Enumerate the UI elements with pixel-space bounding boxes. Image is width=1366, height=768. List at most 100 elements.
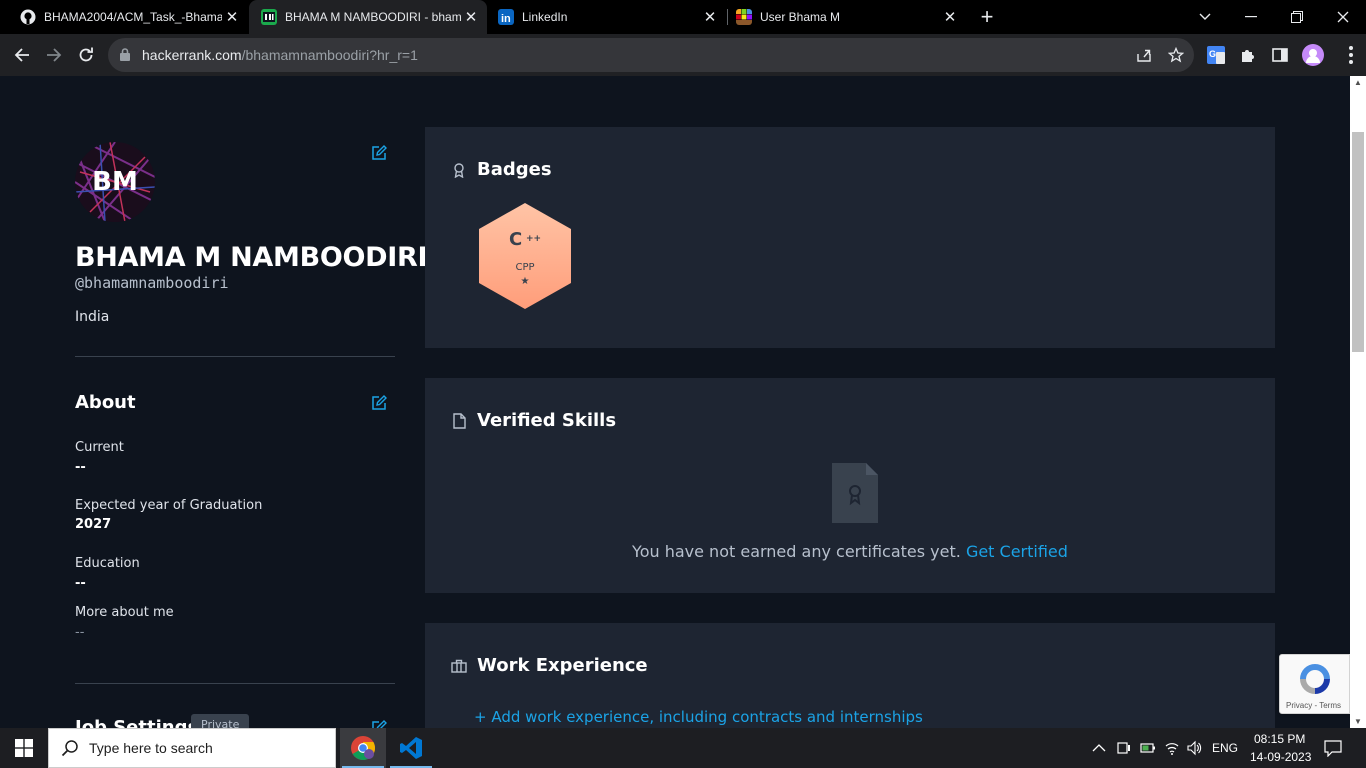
close-icon (1337, 11, 1349, 23)
svg-text:G: G (1209, 49, 1216, 59)
reload-icon (79, 47, 93, 62)
minimize-button[interactable] (1228, 0, 1274, 34)
recaptcha-badge[interactable]: Privacy - Terms (1279, 654, 1350, 714)
browser-menu-button[interactable] (1342, 46, 1360, 64)
scroll-up-arrow-icon[interactable]: ▲ (1354, 78, 1362, 87)
clock-time[interactable]: 08:15 PM (1254, 732, 1305, 746)
lock-icon[interactable] (120, 48, 130, 61)
about-field-value: -- (75, 625, 85, 640)
taskbar-search-box[interactable]: Type here to search (48, 728, 336, 768)
restore-icon (1291, 11, 1303, 23)
badge-stars: ★ (520, 276, 530, 287)
tab-search-button[interactable] (1182, 0, 1228, 34)
url-host: hackerrank.com (142, 47, 242, 63)
badge-label: CPP (515, 262, 535, 273)
taskbar-chrome[interactable] (340, 728, 386, 768)
close-window-button[interactable] (1320, 0, 1366, 34)
tab-title: BHAMA M NAMBOODIRI - bham (285, 10, 461, 24)
profile-avatar-icon[interactable] (1302, 44, 1324, 66)
battery-icon[interactable] (1140, 740, 1156, 756)
share-icon[interactable] (1136, 47, 1152, 63)
chevron-down-icon (1199, 13, 1211, 20)
reload-button[interactable] (73, 42, 99, 68)
close-tab-icon[interactable]: ✕ (700, 8, 720, 26)
codechef-icon (736, 9, 752, 25)
recaptcha-links: Privacy - Terms (1286, 701, 1341, 710)
no-certificates-text: You have not earned any certificates yet… (632, 542, 961, 561)
page-scrollbar[interactable]: ▲ ▼ (1350, 76, 1366, 728)
divider (75, 683, 395, 684)
language-indicator[interactable]: ENG (1212, 741, 1238, 755)
tab-title: LinkedIn (522, 10, 568, 24)
scroll-down-arrow-icon[interactable]: ▼ (1354, 717, 1362, 726)
new-tab-button[interactable]: + (976, 4, 998, 30)
work-experience-header: Work Experience (451, 655, 648, 676)
bookmark-star-icon[interactable] (1168, 47, 1184, 63)
badge-cpp[interactable]: C ++ CPP ★ (475, 201, 575, 311)
tray-device-icon[interactable] (1116, 740, 1132, 756)
briefcase-icon (451, 659, 467, 673)
verified-skills-title: Verified Skills (477, 410, 617, 431)
close-tab-icon[interactable]: ✕ (461, 8, 481, 26)
about-field-label: Current (75, 440, 124, 455)
extensions-puzzle-icon[interactable] (1239, 46, 1257, 64)
hexagon-badge-icon (479, 203, 571, 309)
browser-toolbar: hackerrank.com/bhamamnamboodiri?hr_r=1 G (0, 34, 1366, 76)
tab-linkedin[interactable]: in LinkedIn ✕ (488, 0, 726, 34)
wifi-icon[interactable] (1164, 740, 1180, 756)
tab-title: User Bhama M (760, 10, 841, 24)
edit-about-icon[interactable] (371, 395, 387, 411)
chevron-up-icon[interactable] (1091, 740, 1107, 756)
svg-text:in: in (501, 13, 511, 25)
badge-icon-text: C (509, 229, 523, 250)
recaptcha-terms-link[interactable]: Terms (1319, 701, 1341, 710)
recaptcha-icon (1300, 664, 1330, 694)
volume-icon[interactable] (1186, 740, 1202, 756)
chrome-icon (351, 736, 376, 761)
work-experience-card: Work Experience + Add work experience, i… (425, 623, 1275, 728)
get-certified-link[interactable]: Get Certified (966, 542, 1068, 561)
edit-job-settings-icon[interactable] (371, 720, 387, 728)
close-tab-icon[interactable]: ✕ (222, 8, 242, 26)
taskbar-vscode[interactable] (388, 728, 434, 768)
arrow-left-icon (14, 48, 29, 62)
divider (75, 356, 395, 357)
profile-handle: @bhamamnamboodiri (75, 274, 229, 292)
restore-button[interactable] (1274, 0, 1320, 34)
profile-country: India (75, 309, 110, 325)
avatar-initials: BM (92, 167, 138, 197)
forward-button[interactable] (41, 42, 67, 68)
kebab-dot (1349, 46, 1353, 50)
badges-header: Badges (451, 159, 552, 180)
start-button[interactable] (0, 728, 48, 768)
document-icon (453, 412, 466, 429)
side-panel-icon[interactable] (1271, 46, 1289, 64)
no-certificates-message: You have not earned any certificates yet… (425, 542, 1275, 561)
tab-github[interactable]: BHAMA2004/ACM_Task_-Bhama_ ✕ (0, 0, 248, 34)
tab-codechef[interactable]: User Bhama M ✕ (728, 0, 966, 34)
clock-date[interactable]: 14-09-2023 (1250, 750, 1311, 764)
badges-title: Badges (477, 159, 552, 180)
address-bar[interactable]: hackerrank.com/bhamamnamboodiri?hr_r=1 (108, 38, 1194, 72)
notifications-icon[interactable] (1324, 739, 1342, 757)
arrow-right-icon (47, 48, 62, 62)
page-content: BM BHAMA M NAMBOODIRI @bhamamnamboodiri … (0, 76, 1350, 728)
url-path: /bhamamnamboodiri?hr_r=1 (241, 47, 418, 63)
close-tab-icon[interactable]: ✕ (940, 8, 960, 26)
url-text[interactable]: hackerrank.com/bhamamnamboodiri?hr_r=1 (142, 47, 418, 63)
google-translate-icon[interactable]: G (1207, 46, 1225, 64)
about-title: About (75, 392, 136, 413)
scrollbar-thumb[interactable] (1352, 132, 1364, 352)
about-field-value: -- (75, 576, 86, 591)
edit-profile-icon[interactable] (371, 145, 387, 161)
back-button[interactable] (9, 42, 35, 68)
tab-hackerrank[interactable]: BHAMA M NAMBOODIRI - bham ✕ (249, 0, 487, 34)
avatar[interactable]: BM (75, 142, 155, 222)
badges-card: Badges C ++ CPP ★ (425, 127, 1275, 348)
add-work-experience-link[interactable]: + Add work experience, including contrac… (474, 708, 923, 726)
hackerrank-icon (261, 9, 277, 25)
recaptcha-privacy-link[interactable]: Privacy (1286, 701, 1312, 710)
about-field-value: 2027 (75, 517, 112, 532)
vscode-icon (400, 737, 422, 759)
work-experience-title: Work Experience (477, 655, 648, 676)
